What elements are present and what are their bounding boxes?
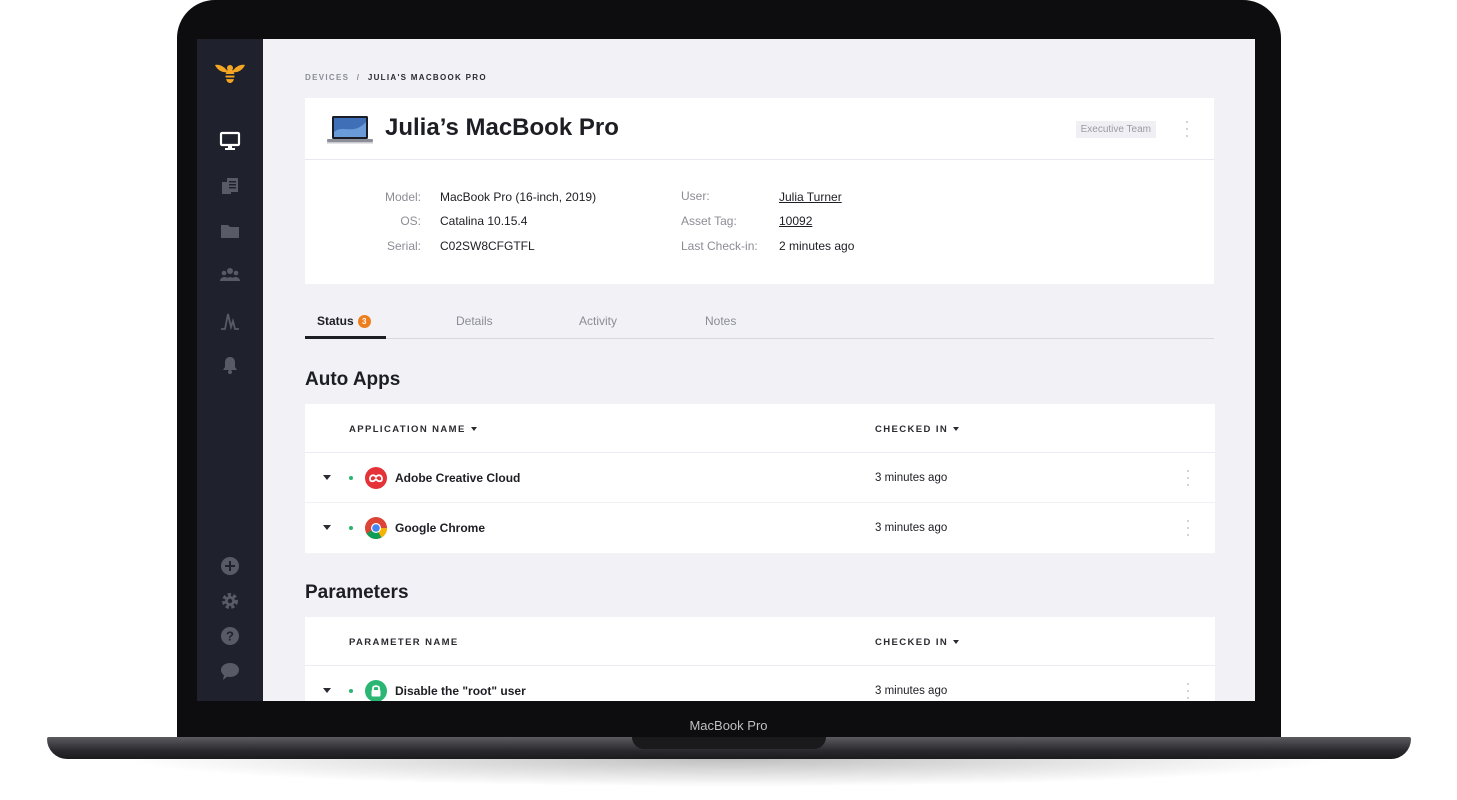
user-label: User: [681, 189, 710, 203]
library-icon[interactable] [218, 174, 242, 198]
checked-in-column[interactable]: CHECKED IN [875, 637, 960, 648]
help-icon[interactable]: ? [218, 624, 242, 648]
auto-apps-table: APPLICATION NAME CHECKED IN Adobe Creati… [305, 404, 1215, 553]
adobe-creative-cloud-icon [365, 467, 387, 489]
breadcrumb-current: JULIA'S MACBOOK PRO [367, 73, 487, 82]
status-count-badge: 3 [357, 315, 371, 328]
model-label: Model: [384, 190, 421, 204]
device-more-icon[interactable] [1185, 121, 1189, 137]
team-badge[interactable]: Executive Team [1075, 121, 1156, 138]
row-more-icon[interactable] [1186, 683, 1190, 699]
parameters-title: Parameters [305, 582, 409, 603]
monitor-icon[interactable] [218, 129, 242, 153]
expand-caret-icon[interactable] [323, 475, 331, 480]
checked-in-time: 3 minutes ago [875, 522, 948, 534]
table-header: APPLICATION NAME CHECKED IN [305, 404, 1215, 453]
table-row[interactable]: Disable the "root" user 3 minutes ago [305, 666, 1215, 701]
asset-tag-label: Asset Tag: [681, 214, 737, 228]
active-tab-indicator [305, 336, 386, 339]
checked-in-column[interactable]: CHECKED IN [875, 424, 960, 435]
svg-text:?: ? [226, 629, 234, 644]
serial-value: C02SW8CFGTFL [440, 239, 535, 253]
folder-icon[interactable] [218, 219, 242, 243]
activity-icon[interactable] [218, 309, 242, 333]
sort-caret-icon [470, 427, 477, 431]
expand-caret-icon[interactable] [323, 525, 331, 530]
os-label: OS: [400, 214, 421, 228]
page-title: Julia’s MacBook Pro [385, 114, 619, 141]
row-more-icon[interactable] [1186, 520, 1190, 536]
app-name: Google Chrome [395, 521, 486, 535]
tab-details[interactable]: Details [456, 314, 493, 328]
status-dot [349, 526, 353, 530]
laptop-model-label: MacBook Pro [689, 718, 768, 733]
breadcrumb-separator: / [356, 73, 361, 82]
checked-in-time: 3 minutes ago [875, 472, 948, 484]
checked-in-time: 3 minutes ago [875, 685, 948, 697]
app-name: Adobe Creative Cloud [395, 471, 521, 485]
plus-circle-icon[interactable] [218, 554, 242, 578]
breadcrumb: DEVICES / JULIA'S MACBOOK PRO [305, 73, 487, 82]
tab-bar: Status 3 Details Activity Notes [305, 309, 1214, 339]
row-more-icon[interactable] [1186, 470, 1190, 486]
chat-icon[interactable] [218, 659, 242, 683]
laptop-icon [327, 116, 373, 144]
device-header: Julia’s MacBook Pro Executive Team [305, 98, 1214, 160]
device-card: Julia’s MacBook Pro Executive Team Model… [305, 98, 1214, 284]
tab-status[interactable]: Status 3 [317, 314, 371, 328]
breadcrumb-devices[interactable]: DEVICES [305, 73, 349, 82]
asset-tag-link[interactable]: 10092 [779, 214, 812, 228]
os-value: Catalina 10.15.4 [440, 214, 528, 228]
bell-icon[interactable] [218, 353, 242, 377]
tab-status-label: Status [317, 314, 354, 328]
expand-caret-icon[interactable] [323, 688, 331, 693]
auto-apps-title: Auto Apps [305, 369, 401, 390]
laptop-shadow [120, 759, 1340, 787]
last-checkin-label: Last Check-in: [681, 239, 758, 253]
lock-icon [365, 680, 387, 701]
table-row[interactable]: Google Chrome 3 minutes ago [305, 503, 1215, 553]
sort-caret-icon [953, 640, 960, 644]
parameters-table: PARAMETER NAME CHECKED IN Disable the "r… [305, 617, 1215, 701]
user-link[interactable]: Julia Turner [779, 190, 842, 204]
status-dot [349, 476, 353, 480]
tab-activity[interactable]: Activity [579, 314, 617, 328]
application-name-column[interactable]: APPLICATION NAME [349, 424, 477, 435]
laptop-screen: ? DEVICES / JULIA'S MACBOOK PRO Julia’s … [197, 39, 1255, 701]
status-dot [349, 689, 353, 693]
sort-caret-icon [953, 427, 960, 431]
tab-notes[interactable]: Notes [705, 314, 736, 328]
last-checkin-value: 2 minutes ago [779, 239, 855, 253]
model-value: MacBook Pro (16-inch, 2019) [440, 190, 597, 204]
people-icon[interactable] [218, 263, 242, 287]
serial-label: Serial: [386, 239, 421, 253]
parameter-name: Disable the "root" user [395, 684, 526, 698]
main-content: DEVICES / JULIA'S MACBOOK PRO Julia’s Ma… [263, 39, 1255, 701]
table-header: PARAMETER NAME CHECKED IN [305, 617, 1215, 666]
gear-icon[interactable] [218, 589, 242, 613]
parameter-name-column[interactable]: PARAMETER NAME [349, 637, 459, 648]
table-row[interactable]: Adobe Creative Cloud 3 minutes ago [305, 453, 1215, 503]
bee-logo-icon[interactable] [212, 61, 248, 85]
google-chrome-icon [365, 517, 387, 539]
sidebar: ? [197, 39, 263, 701]
laptop-base-notch [632, 737, 826, 749]
